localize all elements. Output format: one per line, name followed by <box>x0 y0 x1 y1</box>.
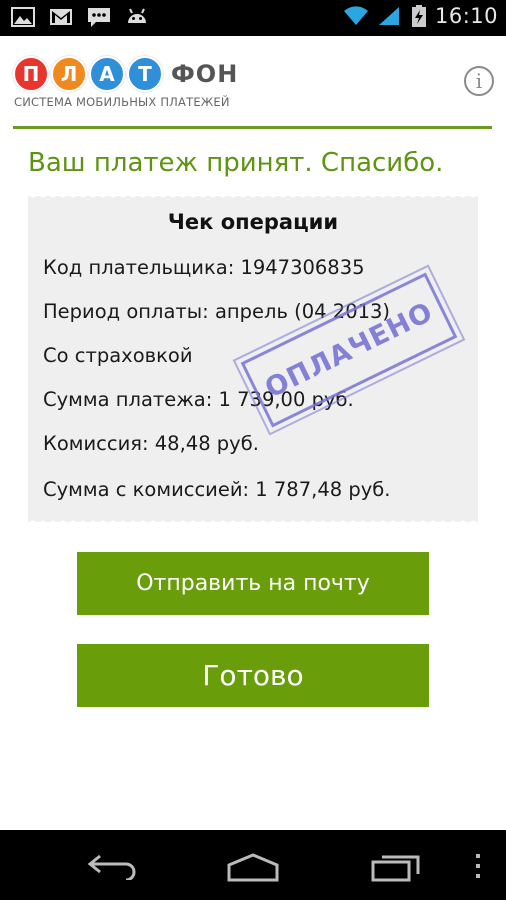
receipt-total: Сумма с комиссией: 1 787,48 руб. <box>43 478 391 501</box>
app-header: П Л А Т ФОН СИСТЕМА МОБИЛЬНЫХ ПЛАТЕЖЕЙ i <box>0 36 506 128</box>
info-button[interactable]: i <box>464 66 494 96</box>
image-icon <box>11 7 35 27</box>
logo-letter: Т <box>127 56 163 92</box>
wifi-icon <box>343 6 368 25</box>
logo-text: ФОН <box>171 60 239 88</box>
success-message: Ваш платеж принят. Спасибо. <box>28 148 444 178</box>
menu-icon[interactable] <box>474 852 482 882</box>
receipt-payer-code: Код плательщика: 1947306835 <box>43 256 365 279</box>
logo-letter: А <box>89 56 125 92</box>
navigation-bar <box>0 830 506 900</box>
logo-subtitle: СИСТЕМА МОБИЛЬНЫХ ПЛАТЕЖЕЙ <box>14 95 230 109</box>
receipt-commission: Комиссия: 48,48 руб. <box>43 432 259 455</box>
send-email-button[interactable]: Отправить на почту <box>77 552 429 615</box>
signal-icon <box>378 7 399 25</box>
logo-letter: П <box>13 56 49 92</box>
back-icon[interactable] <box>86 852 138 880</box>
notification-icons <box>10 6 150 28</box>
receipt-perforated-edge <box>28 517 478 523</box>
logo: П Л А Т ФОН <box>13 56 238 92</box>
battery-charging-icon <box>411 5 426 27</box>
status-bar: 16:10 <box>0 0 506 36</box>
system-icons: 16:10 <box>343 4 498 28</box>
receipt-insurance: Со страховкой <box>43 344 193 367</box>
clock: 16:10 <box>434 4 498 28</box>
android-icon <box>128 8 146 23</box>
recent-apps-icon[interactable] <box>370 852 422 882</box>
done-button[interactable]: Готово <box>77 644 429 707</box>
gmail-icon <box>50 9 72 25</box>
receipt-title: Чек операции <box>167 210 339 234</box>
logo-letter: Л <box>51 56 87 92</box>
home-icon[interactable] <box>226 852 280 882</box>
info-icon: i <box>475 69 483 93</box>
receipt-card: Чек операции Код плательщика: 1947306835… <box>28 195 478 523</box>
receipt-perforated-edge <box>28 195 478 201</box>
chat-icon <box>88 8 110 27</box>
header-divider <box>13 126 492 129</box>
